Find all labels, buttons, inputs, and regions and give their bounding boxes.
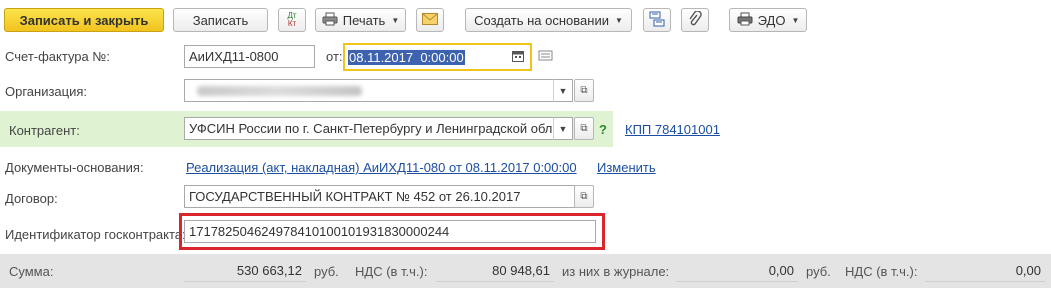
change-base-documents-link[interactable]: Изменить [597, 160, 656, 175]
chevron-down-icon: ▼ [558, 123, 568, 134]
create-based-on-label: Создать на основании [474, 12, 609, 28]
sum-value: 530 663,12 [184, 259, 306, 282]
paperclip-icon [688, 9, 702, 30]
gov-contract-value: 1717825046249784101001019318300002​44 [189, 224, 450, 239]
base-document-link[interactable]: Реализация (акт, накладная) АиИХД11-080 … [186, 160, 577, 175]
organization-open-button[interactable]: ⧉ [574, 79, 594, 102]
printer-icon [322, 12, 338, 29]
envelope-icon [422, 12, 438, 28]
invoice-number-label: Счет-фактура №: [5, 49, 110, 64]
gov-contract-label: Идентификатор госконтракта: [5, 227, 186, 242]
calendar-icon [512, 50, 524, 65]
dt-kt-button[interactable]: Дт Кт [278, 8, 306, 32]
structure-icon [649, 11, 665, 30]
journal-label: из них в журнале: [562, 264, 670, 279]
edo-button[interactable]: ЭДО ▼ [729, 8, 807, 32]
organization-field[interactable] [184, 79, 554, 102]
currency-label-2: руб. [806, 264, 831, 279]
print-label: Печать [342, 12, 386, 28]
invoice-date-field[interactable]: 08.11.2017 0:00:00 [343, 43, 532, 71]
email-button[interactable] [416, 8, 444, 32]
invoice-number-value: АиИХД11-0800 [189, 49, 279, 64]
comment-icon [538, 50, 554, 66]
save-label: Записать [192, 12, 249, 28]
blurred-organization-name [197, 85, 362, 96]
gov-contract-field[interactable]: 1717825046249784101001019318300002​44 [184, 220, 596, 243]
base-documents-label: Документы-основания: [5, 160, 144, 175]
calendar-button[interactable] [507, 46, 529, 68]
counterparty-field[interactable]: УФСИН России по г. Санкт-Петербургу и Ле… [184, 117, 554, 140]
chevron-down-icon: ▼ [558, 85, 568, 96]
vat-label: НДС (в т.ч.): [355, 264, 428, 279]
currency-label-1: руб. [314, 264, 339, 279]
attach-button[interactable] [681, 8, 709, 32]
sum-label: Сумма: [9, 264, 54, 279]
contract-label: Договор: [5, 191, 58, 206]
kt-label: Кт [287, 19, 297, 28]
counterparty-value: УФСИН России по г. Санкт-Петербургу и Ле… [189, 121, 553, 136]
edo-icon [737, 12, 753, 29]
contract-open-button[interactable]: ⧉ [574, 185, 594, 208]
create-based-on-button[interactable]: Создать на основании ▼ [465, 8, 632, 32]
structure-button[interactable] [643, 8, 671, 32]
organization-dropdown-button[interactable]: ▼ [553, 79, 573, 102]
comment-button[interactable] [538, 49, 556, 65]
save-and-close-label: Записать и закрыть [19, 12, 149, 28]
invoice-date-label: от: [326, 49, 343, 64]
counterparty-help-icon[interactable]: ? [599, 122, 607, 137]
save-and-close-button[interactable]: Записать и закрыть [4, 8, 164, 32]
journal-value: 0,00 [676, 259, 798, 282]
vat-value: 80 948,61 [436, 259, 554, 282]
open-icon: ⧉ [580, 123, 588, 134]
chevron-down-icon: ▼ [391, 15, 400, 25]
kpp-link[interactable]: КПП 784101001 [625, 122, 720, 137]
dt-kt-icon: Дт Кт [287, 12, 296, 28]
invoice-date-value: 08.11.2017 0:00:00 [348, 49, 465, 65]
vat-label-2: НДС (в т.ч.): [845, 264, 918, 279]
contract-value: ГОСУДАРСТВЕННЫЙ КОНТРАКТ № 452 от 26.10.… [189, 189, 521, 204]
save-button[interactable]: Записать [173, 8, 268, 32]
invoice-number-field[interactable]: АиИХД11-0800 [184, 45, 315, 68]
counterparty-label: Контрагент: [9, 123, 80, 138]
print-button[interactable]: Печать ▼ [315, 8, 406, 32]
edo-label: ЭДО [757, 12, 786, 28]
vat-value-2: 0,00 [925, 259, 1045, 282]
counterparty-open-button[interactable]: ⧉ [574, 117, 594, 140]
chevron-down-icon: ▼ [614, 15, 623, 25]
counterparty-dropdown-button[interactable]: ▼ [553, 117, 573, 140]
open-icon: ⧉ [580, 191, 588, 202]
organization-label: Организация: [5, 84, 88, 99]
open-icon: ⧉ [580, 85, 588, 96]
chevron-down-icon: ▼ [791, 15, 800, 25]
contract-field[interactable]: ГОСУДАРСТВЕННЫЙ КОНТРАКТ № 452 от 26.10.… [184, 185, 575, 208]
